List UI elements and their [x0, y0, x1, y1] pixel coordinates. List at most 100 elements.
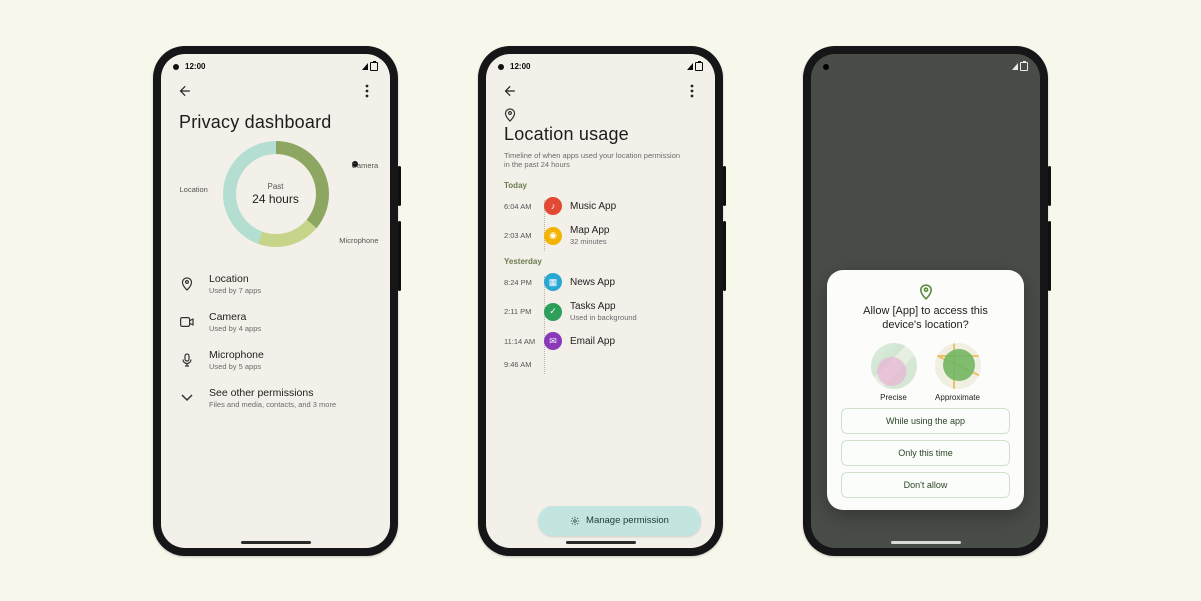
camera-icon — [179, 314, 195, 330]
power-button[interactable] — [723, 166, 726, 206]
donut-label-microphone: Microphone — [339, 236, 378, 245]
screen: 12:00 Privacy dashboard Past — [161, 54, 390, 548]
timeline-row[interactable]: 2:11 PM ✓ Tasks App Used in background — [504, 296, 715, 327]
power-button[interactable] — [398, 166, 401, 206]
row-title: Location — [209, 273, 261, 285]
back-button[interactable] — [500, 82, 518, 100]
page-title: Privacy dashboard — [179, 112, 372, 133]
phone-location-usage: 12:00 Location usage Timeline of when ap… — [478, 46, 723, 556]
nav-handle[interactable] — [566, 541, 636, 544]
app-icon: ▦ — [544, 273, 562, 291]
app-bar — [161, 76, 390, 106]
signal-icon — [362, 63, 368, 70]
scrim: Allow [App] to access this device's loca… — [811, 54, 1040, 548]
back-arrow-icon — [177, 84, 191, 98]
front-camera-hole — [173, 64, 179, 70]
button-dont-allow[interactable]: Don't allow — [841, 472, 1010, 498]
donut-center-bottom: 24 hours — [252, 192, 299, 206]
row-sub: Used by 7 apps — [209, 286, 261, 295]
status-bar: 12:00 — [486, 54, 715, 76]
status-time: 12:00 — [510, 62, 530, 71]
volume-button[interactable] — [1048, 221, 1051, 291]
timeline-time: 8:24 PM — [504, 278, 536, 287]
choice-precise[interactable]: Precise — [871, 343, 917, 402]
phone-permission-dialog: Allow [App] to access this device's loca… — [803, 46, 1048, 556]
volume-button[interactable] — [723, 221, 726, 291]
chevron-down-icon — [179, 390, 195, 406]
donut-label-location: Location — [180, 185, 208, 194]
manage-permission-label: Manage permission — [586, 515, 669, 526]
timeline-row: 9:46 AM — [504, 355, 715, 374]
manage-permission-button[interactable]: Manage permission — [538, 506, 701, 536]
section-yesterday-label: Yesterday — [504, 257, 697, 266]
battery-icon — [695, 62, 703, 71]
timeline-today: 6:04 AM ♪ Music App 2:03 AM ◉ Map App 32… — [504, 192, 715, 251]
donut-center: Past 24 hours — [223, 141, 329, 247]
back-button[interactable] — [175, 82, 193, 100]
volume-button[interactable] — [398, 221, 401, 291]
permission-row-location[interactable]: Location Used by 7 apps — [161, 265, 390, 303]
timeline-sub: Used in background — [570, 313, 637, 322]
back-arrow-icon — [502, 84, 516, 98]
button-only-this-time[interactable]: Only this time — [841, 440, 1010, 466]
stage: 12:00 Privacy dashboard Past — [0, 0, 1201, 601]
more-vert-icon — [365, 84, 369, 98]
row-title: Camera — [209, 311, 261, 323]
power-button[interactable] — [1048, 166, 1051, 206]
permission-list: Location Used by 7 apps Camera Used by 4… — [161, 265, 390, 417]
front-camera-hole — [498, 64, 504, 70]
app-icon: ✉ — [544, 332, 562, 350]
timeline-row[interactable]: 6:04 AM ♪ Music App — [504, 192, 715, 220]
overflow-menu-button[interactable] — [358, 82, 376, 100]
row-sub: Used by 4 apps — [209, 324, 261, 333]
timeline-row[interactable]: 8:24 PM ▦ News App — [504, 268, 715, 296]
timeline-time: 6:04 AM — [504, 202, 536, 211]
row-title: See other permissions — [209, 387, 336, 399]
timeline-time: 11:14 AM — [504, 337, 536, 346]
overflow-menu-button[interactable] — [683, 82, 701, 100]
timeline-row[interactable]: 2:03 AM ◉ Map App 32 minutes — [504, 220, 715, 251]
row-title: Microphone — [209, 349, 264, 361]
choice-approximate[interactable]: Approximate — [935, 343, 981, 402]
timeline-time: 2:11 PM — [504, 307, 536, 316]
donut-label-camera: Camera — [352, 161, 358, 167]
timeline-title: Email App — [570, 336, 615, 347]
location-icon — [179, 276, 195, 292]
page-subtitle: Timeline of when apps used your location… — [504, 151, 684, 170]
page-title: Location usage — [504, 124, 697, 145]
app-bar — [486, 76, 715, 106]
button-while-using[interactable]: While using the app — [841, 408, 1010, 434]
phone-privacy-dashboard: 12:00 Privacy dashboard Past — [153, 46, 398, 556]
timeline-title: News App — [570, 277, 615, 288]
section-today-label: Today — [504, 181, 697, 190]
permission-dialog: Allow [App] to access this device's loca… — [827, 270, 1024, 510]
approximate-label: Approximate — [935, 393, 980, 402]
permission-row-other[interactable]: See other permissions Files and media, c… — [161, 379, 390, 417]
location-pin-icon — [841, 284, 1010, 300]
status-time: 12:00 — [185, 62, 205, 71]
signal-icon — [687, 63, 693, 70]
timeline-title: Map App — [570, 225, 609, 236]
permission-row-camera[interactable]: Camera Used by 4 apps — [161, 303, 390, 341]
precise-map-icon — [871, 343, 917, 389]
gear-icon — [570, 516, 580, 526]
timeline-time: 2:03 AM — [504, 231, 536, 240]
status-bar: 12:00 — [161, 54, 390, 76]
screen: 12:00 Location usage Timeline of when ap… — [486, 54, 715, 548]
app-icon: ◉ — [544, 227, 562, 245]
usage-donut: Past 24 hours Location Camera Microphone — [223, 141, 329, 247]
nav-handle[interactable] — [891, 541, 961, 544]
app-icon: ♪ — [544, 197, 562, 215]
timeline-time: 9:46 AM — [504, 360, 536, 369]
permission-row-microphone[interactable]: Microphone Used by 5 apps — [161, 341, 390, 379]
timeline-row[interactable]: 11:14 AM ✉ Email App — [504, 327, 715, 355]
microphone-icon — [179, 352, 195, 368]
more-vert-icon — [690, 84, 694, 98]
app-icon: ✓ — [544, 303, 562, 321]
dialog-title: Allow [App] to access this device's loca… — [849, 304, 1002, 333]
nav-handle[interactable] — [241, 541, 311, 544]
screen: Allow [App] to access this device's loca… — [811, 54, 1040, 548]
timeline-title: Tasks App — [570, 301, 637, 312]
timeline-yesterday: 8:24 PM ▦ News App 2:11 PM ✓ Tasks App U… — [504, 268, 715, 374]
timeline-sub: 32 minutes — [570, 237, 609, 246]
